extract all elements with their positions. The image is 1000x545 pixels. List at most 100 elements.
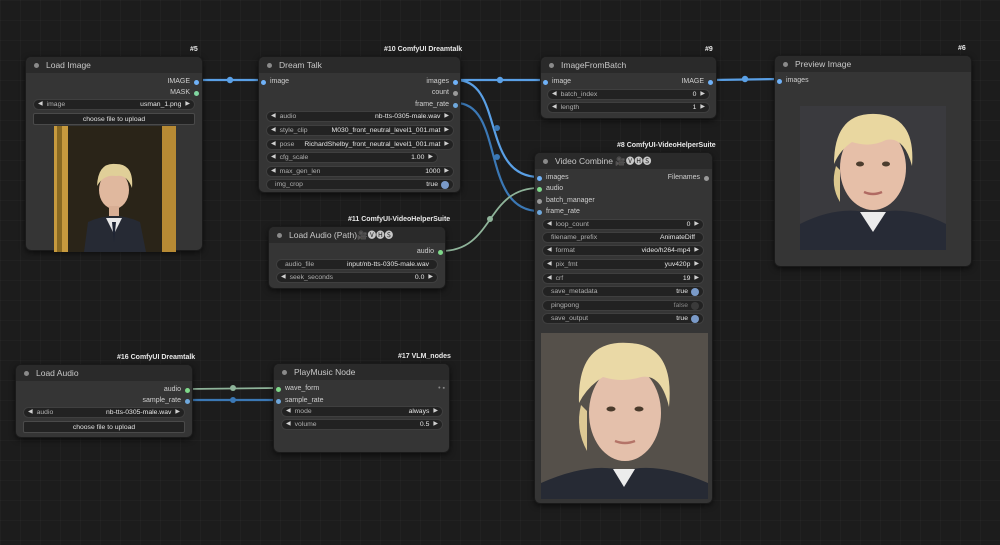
output-filenames[interactable]: Filenames bbox=[668, 172, 709, 184]
socket-audio[interactable] bbox=[537, 186, 542, 192]
arrow-right-icon[interactable]: ▶ bbox=[444, 140, 449, 149]
pix-fmt-select[interactable]: ◀ pix_fmt yuv420p ▶ bbox=[542, 259, 704, 270]
choose-file-button[interactable]: choose file to upload bbox=[33, 113, 195, 125]
input-image[interactable]: image bbox=[261, 76, 289, 88]
socket-image[interactable] bbox=[194, 79, 199, 85]
node-title-bar[interactable]: Load Audio (Path)🎥🅥🅗🅢 bbox=[269, 227, 445, 243]
length-stepper[interactable]: ◀ length 1 ▶ bbox=[547, 102, 710, 113]
socket-image-out[interactable] bbox=[708, 79, 713, 85]
collapse-dot[interactable] bbox=[267, 62, 272, 68]
collapse-dot[interactable] bbox=[34, 62, 39, 68]
toggle-knob[interactable] bbox=[691, 301, 699, 310]
arrow-left-icon[interactable]: ◀ bbox=[547, 274, 552, 283]
socket-frame-rate[interactable] bbox=[537, 209, 542, 215]
input-images[interactable]: images bbox=[777, 75, 809, 87]
arrow-right-icon[interactable]: ▶ bbox=[428, 153, 433, 162]
filename-prefix-input[interactable]: filename_prefix AnimateDiff bbox=[542, 232, 704, 243]
node-title-bar[interactable]: Load Image bbox=[26, 57, 202, 73]
pingpong-toggle[interactable]: pingpong false bbox=[542, 300, 704, 311]
cfg-scale-stepper[interactable]: ◀ cfg_scale 1.00 ▶ bbox=[266, 152, 438, 163]
output-frame-rate[interactable]: frame_rate bbox=[415, 99, 458, 111]
socket-mask[interactable] bbox=[194, 90, 199, 96]
socket-sample-rate[interactable] bbox=[276, 398, 281, 404]
crf-stepper[interactable]: ◀ crf 19 ▶ bbox=[542, 273, 704, 284]
arrow-left-icon[interactable]: ◀ bbox=[271, 153, 276, 162]
output-sample-rate[interactable]: sample_rate bbox=[142, 395, 190, 407]
socket-image[interactable] bbox=[543, 79, 548, 85]
input-wave-form[interactable]: wave_form bbox=[276, 383, 319, 395]
max-gen-len-stepper[interactable]: ◀ max_gen_len 1000 ▶ bbox=[266, 166, 454, 177]
loop-count-stepper[interactable]: ◀ loop_count 0 ▶ bbox=[542, 219, 704, 230]
output-audio[interactable]: audio bbox=[417, 246, 443, 258]
arrow-left-icon[interactable]: ◀ bbox=[271, 140, 276, 149]
node-title-bar[interactable]: Preview Image bbox=[775, 56, 971, 72]
socket-frame-rate[interactable] bbox=[453, 102, 458, 108]
node-title-bar[interactable]: Dream Talk bbox=[259, 57, 460, 73]
img-crop-toggle[interactable]: img_crop true bbox=[266, 179, 454, 190]
node-title-bar[interactable]: Video Combine 🎥🅥🅗🅢 bbox=[535, 153, 712, 169]
socket-images[interactable] bbox=[537, 175, 542, 181]
arrow-right-icon[interactable]: ▶ bbox=[433, 420, 438, 429]
arrow-right-icon[interactable]: ▶ bbox=[694, 220, 699, 229]
arrow-left-icon[interactable]: ◀ bbox=[286, 407, 291, 416]
arrow-right-icon[interactable]: ▶ bbox=[185, 100, 190, 109]
arrow-right-icon[interactable]: ▶ bbox=[433, 407, 438, 416]
node-image-from-batch[interactable]: ImageFromBatch image IMAGE ◀ batch_index 0… bbox=[540, 56, 717, 119]
arrow-left-icon[interactable]: ◀ bbox=[281, 273, 286, 282]
save-output-toggle[interactable]: save_output true bbox=[542, 313, 704, 324]
socket-images[interactable] bbox=[453, 79, 458, 85]
arrow-right-icon[interactable]: ▶ bbox=[694, 260, 699, 269]
socket-audio[interactable] bbox=[438, 249, 443, 255]
node-preview-image[interactable]: Preview Image images bbox=[774, 55, 972, 267]
batch-index-stepper[interactable]: ◀ batch_index 0 ▶ bbox=[547, 89, 710, 100]
audio-file-input[interactable]: audio_file input/nb-tts-0305-male.wav bbox=[276, 259, 438, 270]
socket-wave-form[interactable] bbox=[276, 386, 281, 392]
arrow-left-icon[interactable]: ◀ bbox=[552, 103, 557, 112]
toggle-knob[interactable] bbox=[691, 287, 699, 296]
input-image[interactable]: image bbox=[543, 76, 571, 88]
node-title-bar[interactable]: Load Audio bbox=[16, 365, 192, 381]
arrow-right-icon[interactable]: ▶ bbox=[444, 112, 449, 121]
arrow-right-icon[interactable]: ▶ bbox=[700, 103, 705, 112]
pose-select[interactable]: ◀ pose RichardShelby_front_neutral_level1_… bbox=[266, 139, 454, 150]
node-title-bar[interactable]: PlayMusic Node bbox=[274, 364, 449, 380]
image-select[interactable]: ◀ image usman_1.png ▶ bbox=[33, 99, 195, 110]
style-clip-select[interactable]: ◀ style_clip M030_front_neutral_level1_001… bbox=[266, 125, 454, 136]
volume-stepper[interactable]: ◀ volume 0.5 ▶ bbox=[281, 419, 443, 430]
collapse-dot[interactable] bbox=[24, 370, 29, 376]
mode-select[interactable]: ◀ mode always ▶ bbox=[281, 406, 443, 417]
node-title-bar[interactable]: ImageFromBatch bbox=[541, 57, 716, 73]
toggle-knob[interactable] bbox=[441, 180, 449, 189]
arrow-left-icon[interactable]: ◀ bbox=[271, 167, 276, 176]
arrow-left-icon[interactable]: ◀ bbox=[547, 220, 552, 229]
output-count[interactable]: count bbox=[432, 87, 458, 99]
choose-file-button[interactable]: choose file to upload bbox=[23, 421, 185, 433]
arrow-left-icon[interactable]: ◀ bbox=[552, 90, 557, 99]
socket-image[interactable] bbox=[261, 79, 266, 85]
arrow-right-icon[interactable]: ▶ bbox=[175, 408, 180, 417]
collapse-dot[interactable] bbox=[543, 158, 548, 164]
output-mask[interactable]: MASK bbox=[170, 87, 199, 99]
arrow-right-icon[interactable]: ▶ bbox=[428, 273, 433, 282]
node-load-audio[interactable]: Load Audio audio sample_rate ◀ audio nb-tt… bbox=[15, 364, 193, 438]
format-select[interactable]: ◀ format video/h264-mp4 ▶ bbox=[542, 245, 704, 256]
socket-batch-manager[interactable] bbox=[537, 198, 542, 204]
audio-select[interactable]: ◀ audio nb-tts-0305-male.wav ▶ bbox=[266, 111, 454, 122]
socket-audio[interactable] bbox=[185, 387, 190, 393]
input-audio[interactable]: audio bbox=[537, 183, 563, 195]
save-metadata-toggle[interactable]: save_metadata true bbox=[542, 286, 704, 297]
arrow-left-icon[interactable]: ◀ bbox=[28, 408, 33, 417]
arrow-right-icon[interactable]: ▶ bbox=[700, 90, 705, 99]
socket-count[interactable] bbox=[453, 90, 458, 96]
socket-filenames[interactable] bbox=[704, 175, 709, 181]
node-dream-talk[interactable]: Dream Talk image images count frame_rate… bbox=[258, 56, 461, 193]
arrow-left-icon[interactable]: ◀ bbox=[547, 246, 552, 255]
arrow-right-icon[interactable]: ▶ bbox=[694, 274, 699, 283]
node-load-image[interactable]: Load Image IMAGE MASK ◀ image usman_1.png ▶… bbox=[25, 56, 203, 252]
arrow-left-icon[interactable]: ◀ bbox=[286, 420, 291, 429]
node-load-audio-path[interactable]: Load Audio (Path)🎥🅥🅗🅢 audio audio_file in… bbox=[268, 226, 446, 289]
input-frame-rate[interactable]: frame_rate bbox=[537, 206, 580, 218]
collapse-dot[interactable] bbox=[282, 369, 287, 375]
seek-seconds-stepper[interactable]: ◀ seek_seconds 0.0 ▶ bbox=[276, 272, 438, 283]
audio-select[interactable]: ◀ audio nb-tts-0305-male.wav ▶ bbox=[23, 407, 185, 418]
